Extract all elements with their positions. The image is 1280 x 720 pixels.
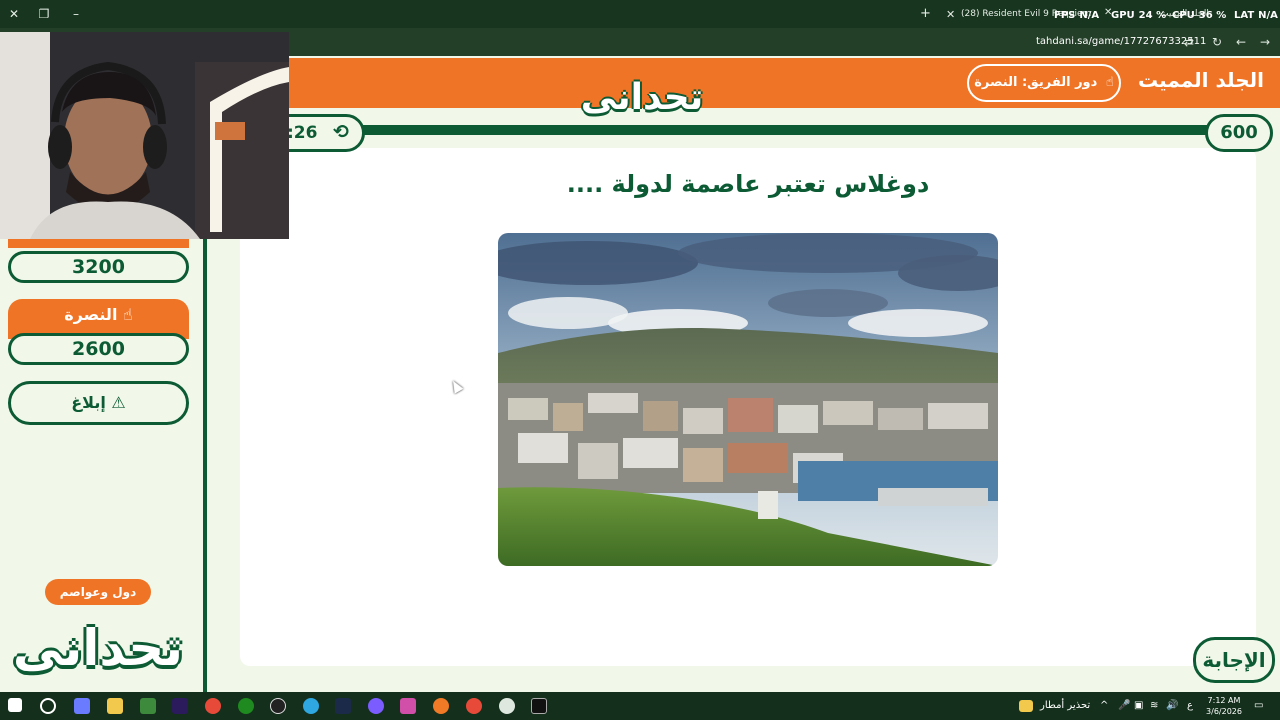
chrome-icon[interactable] [205, 698, 221, 714]
fps-readout: FPS N/A [1054, 10, 1100, 21]
team2-score: 2600 [8, 333, 189, 365]
reload-icon[interactable]: ↻ [1210, 35, 1224, 49]
clock-date: 3/6/2026 [1206, 707, 1242, 716]
forward-icon[interactable]: → [1258, 35, 1272, 49]
hand-icon: ☝ [123, 305, 133, 324]
restore-icon[interactable]: ❐ [36, 6, 52, 22]
webcam-overlay [0, 32, 289, 239]
language-indicator[interactable]: ع [1187, 700, 1193, 711]
close-icon[interactable]: ✕ [6, 6, 22, 22]
question-points: 600 [1205, 114, 1273, 152]
chrome-active-icon[interactable] [466, 698, 482, 714]
weather-text[interactable]: تحذير أمطار [1040, 700, 1090, 711]
warning-icon: ⚠ [111, 393, 126, 412]
minimize-icon[interactable]: – [68, 6, 84, 22]
xbox-icon[interactable] [238, 698, 254, 714]
warning-weather-icon [1019, 700, 1033, 712]
team2-name: النصرة [64, 305, 118, 324]
report-label: إبلاغ [71, 393, 106, 412]
url-text[interactable]: tahdani.sa/game/1772767332511 [1036, 36, 1206, 47]
answer-button[interactable]: الإجابة [1193, 637, 1275, 683]
town-landscape-image [498, 233, 998, 566]
turn-label: دور الفريق: [1021, 75, 1098, 90]
settings-icon[interactable] [499, 698, 515, 714]
turn-team: النصرة [974, 75, 1018, 90]
hand-icon: ☝ [1105, 75, 1114, 90]
after-effects-icon[interactable] [172, 698, 188, 714]
progress-track [300, 125, 1220, 135]
team1-score: 3200 [8, 251, 189, 283]
question-text: دوغلاس تعتبر عاصمة لدولة .... [566, 170, 930, 198]
app-icon[interactable] [433, 698, 449, 714]
edge-icon[interactable] [303, 698, 319, 714]
tray-chevron-icon[interactable]: ^ [1100, 700, 1108, 711]
discord-icon[interactable] [368, 698, 384, 714]
brand-logo: تحدانى [580, 77, 704, 118]
gpu-readout: GPU 24 % [1111, 10, 1167, 21]
minecraft-icon[interactable] [140, 698, 156, 714]
site-settings-icon[interactable]: ⇄ [1182, 35, 1196, 49]
obs-icon[interactable] [270, 698, 286, 714]
file-explorer-icon[interactable] [107, 698, 123, 714]
turn-indicator: دور الفريق: النصرة ☝ [967, 64, 1121, 102]
copilot-icon[interactable] [74, 698, 90, 714]
volume-icon[interactable]: 🔊 [1166, 700, 1178, 711]
report-button[interactable]: إبلاغ ⚠ [8, 381, 189, 425]
timer-value: :26 [287, 123, 318, 143]
history-icon[interactable]: ⟲ [333, 121, 349, 143]
lat-readout: LAT N/A [1234, 10, 1278, 21]
wifi-icon[interactable]: ≋ [1150, 700, 1158, 711]
question-image [498, 233, 998, 566]
network-icon[interactable]: ▣ [1134, 700, 1143, 711]
cpu-readout: CPU 36 % [1172, 10, 1227, 21]
notification-icon[interactable]: ▭ [1254, 700, 1263, 711]
team-name: الجلد المميت [1138, 68, 1264, 92]
steam-icon[interactable] [335, 698, 351, 714]
epic-games-icon[interactable] [531, 698, 547, 714]
brand-logo-bottom: تحدانى [12, 619, 184, 677]
tab-close-icon[interactable]: ✕ [946, 8, 955, 21]
screen: ✕ ❐ – + ✕ (28) Resident Evil 9 Requiem ✕… [0, 0, 1280, 720]
taskbar-clock[interactable]: 7:12 AM 3/6/2026 [1204, 695, 1244, 717]
category-badge: دول وعواصم [45, 579, 151, 605]
instagram-icon[interactable] [400, 698, 416, 714]
new-tab-icon[interactable]: + [920, 6, 931, 21]
back-icon[interactable]: ← [1234, 35, 1248, 49]
windows-start-icon[interactable] [8, 698, 22, 712]
browser-tab-bar: ✕ ❐ – + ✕ (28) Resident Evil 9 Requiem ✕… [0, 0, 1280, 28]
taskbar: تحذير أمطار ^ 🎤 ▣ ≋ 🔊 ع 7:12 AM 3/6/2026… [0, 692, 1280, 720]
mic-icon[interactable]: 🎤 [1118, 700, 1130, 711]
clock-time: 7:12 AM [1207, 696, 1241, 705]
webcam-person-image [0, 32, 289, 239]
search-icon[interactable] [40, 698, 56, 714]
